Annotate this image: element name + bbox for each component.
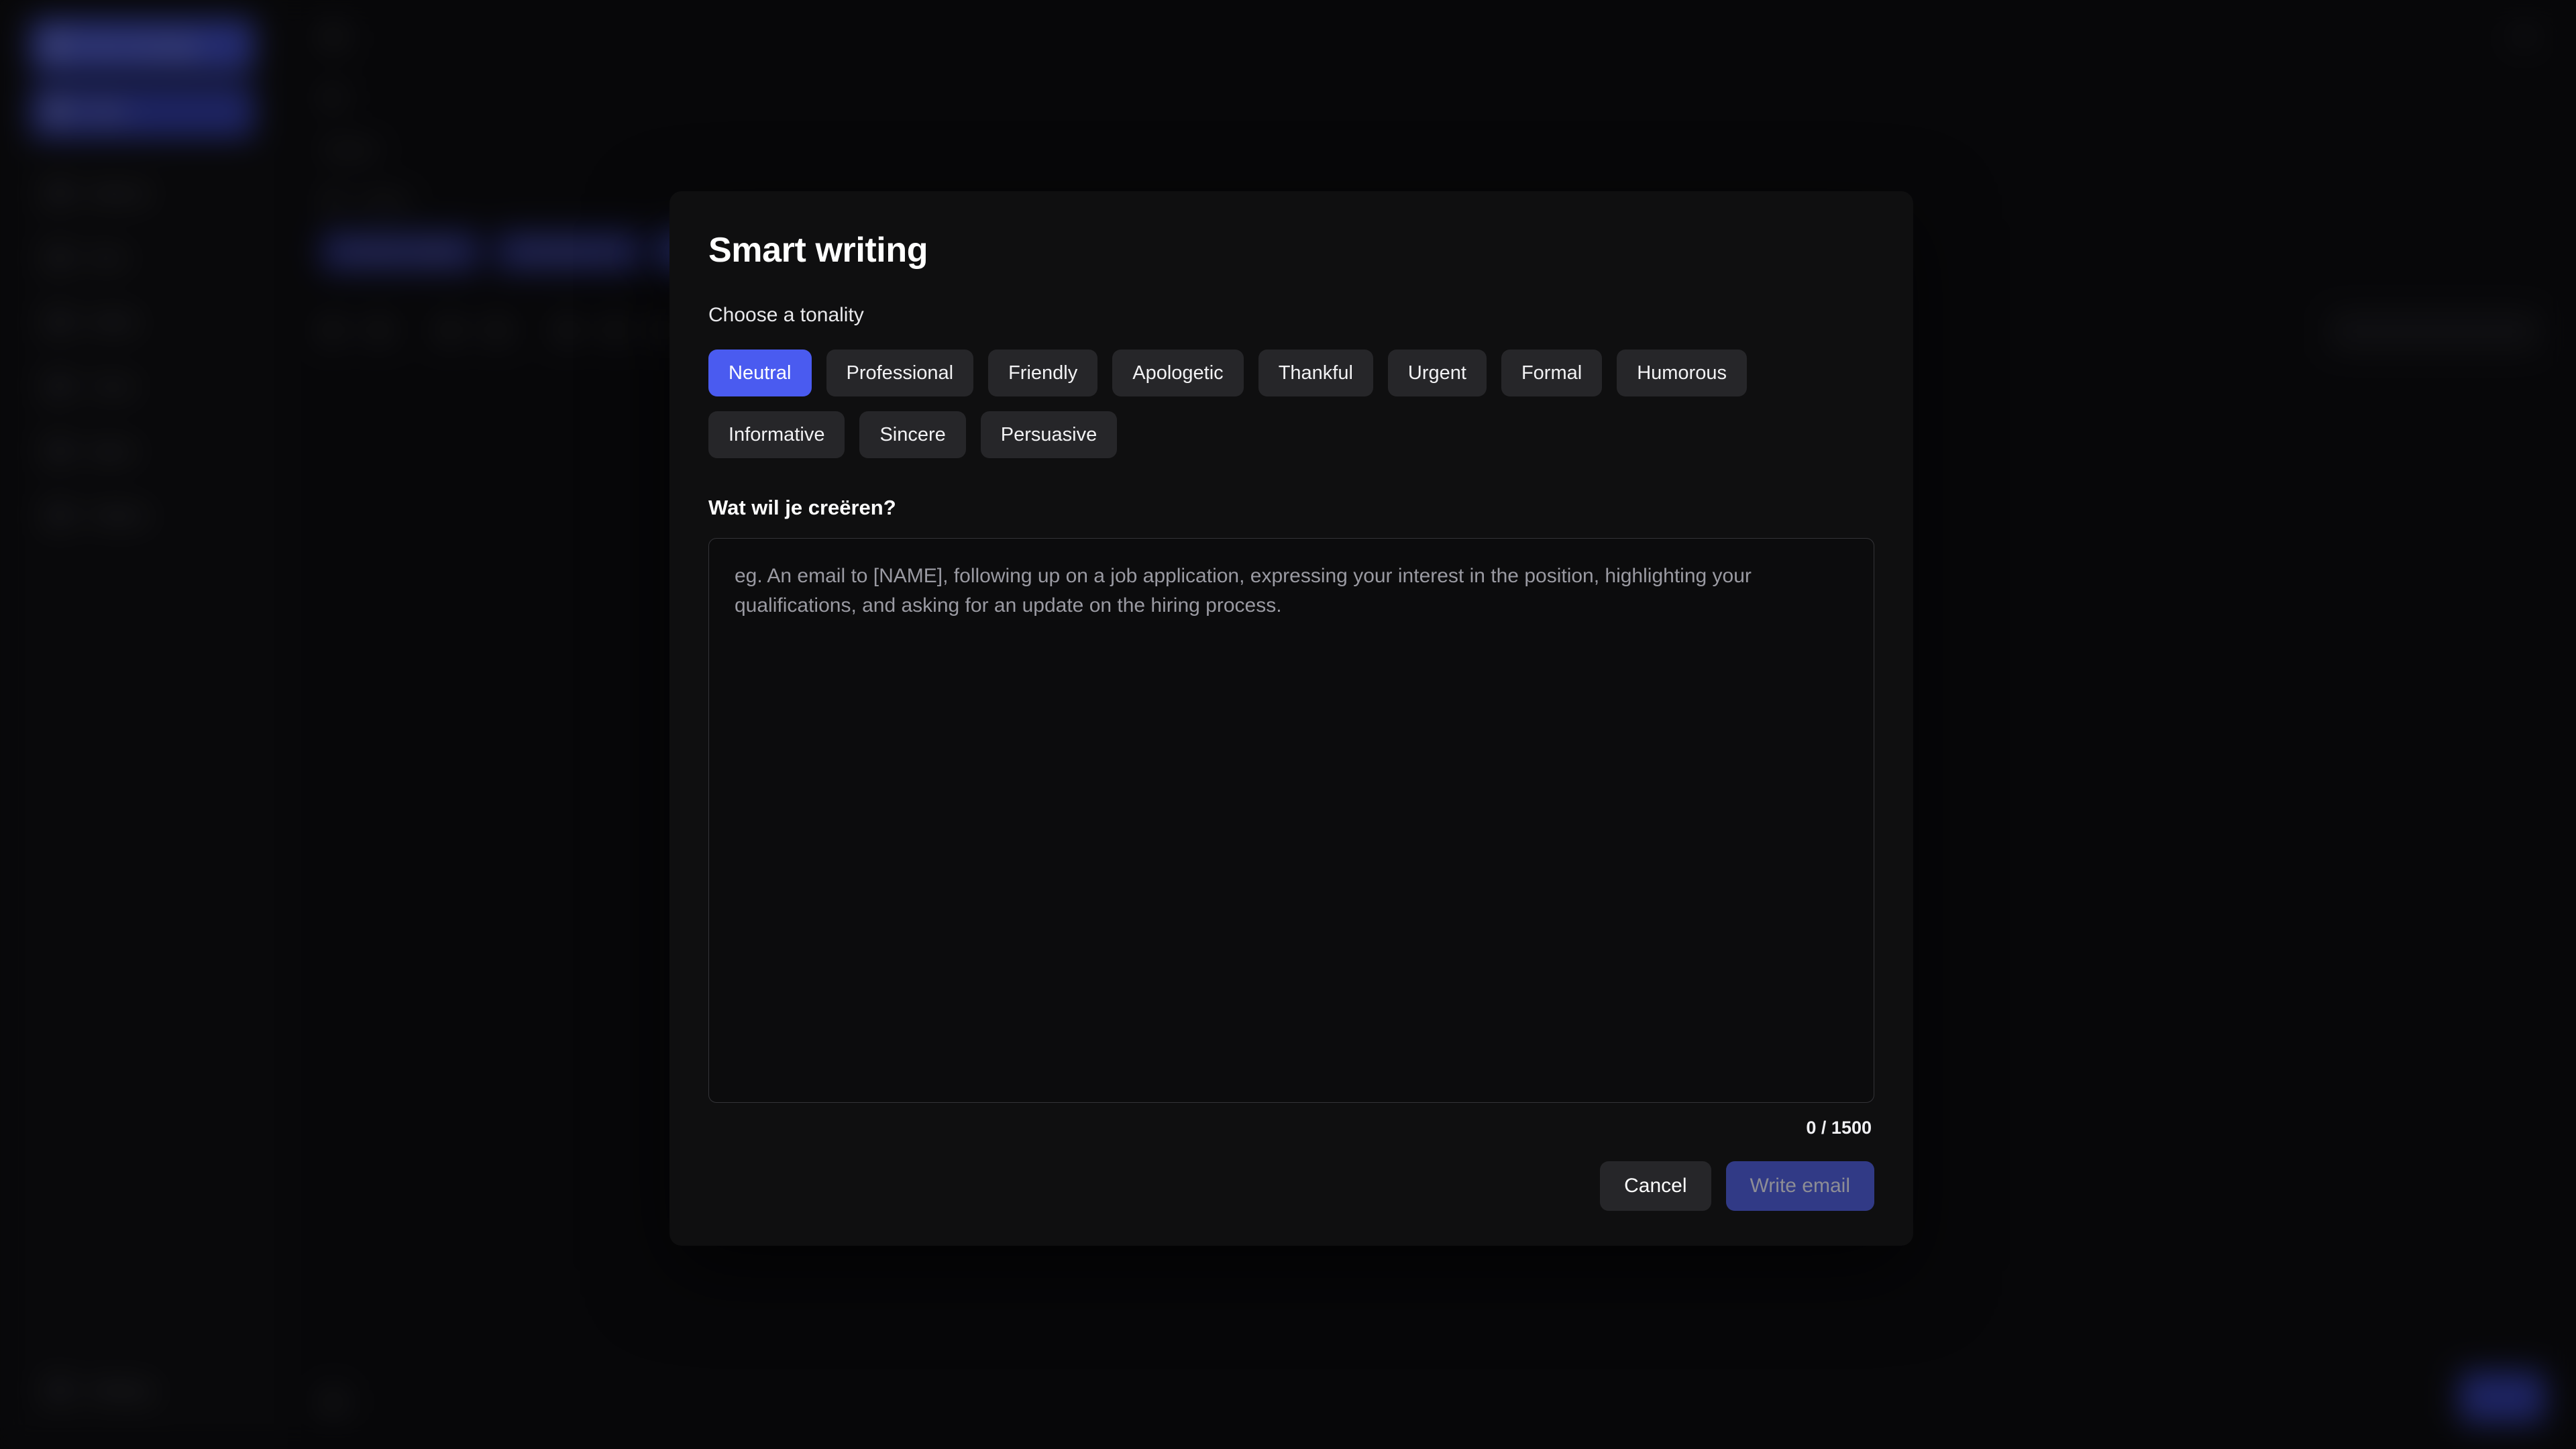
dialog-actions: Cancel Write email xyxy=(708,1161,1874,1211)
tonality-option-sincere[interactable]: Sincere xyxy=(859,411,965,458)
dialog-title: Smart writing xyxy=(708,233,1874,268)
write-email-button[interactable]: Write email xyxy=(1726,1161,1874,1211)
prompt-label: Wat wil je creëren? xyxy=(708,497,1874,518)
cancel-button[interactable]: Cancel xyxy=(1600,1161,1711,1211)
tonality-option-informative[interactable]: Informative xyxy=(708,411,845,458)
tonality-option-friendly[interactable]: Friendly xyxy=(988,350,1097,396)
smart-writing-dialog: Smart writing Choose a tonality Neutral … xyxy=(669,191,1913,1246)
tonality-option-humorous[interactable]: Humorous xyxy=(1617,350,1747,396)
tonality-option-apologetic[interactable]: Apologetic xyxy=(1112,350,1243,396)
tonality-option-formal[interactable]: Formal xyxy=(1501,350,1602,396)
tonality-option-persuasive[interactable]: Persuasive xyxy=(981,411,1117,458)
tonality-option-list: Neutral Professional Friendly Apologetic… xyxy=(708,350,1874,458)
tonality-option-professional[interactable]: Professional xyxy=(826,350,974,396)
prompt-input[interactable] xyxy=(708,538,1874,1103)
tonality-option-thankful[interactable]: Thankful xyxy=(1258,350,1373,396)
tonality-option-urgent[interactable]: Urgent xyxy=(1388,350,1487,396)
character-counter: 0 / 1500 xyxy=(708,1118,1874,1138)
tonality-section-label: Choose a tonality xyxy=(708,305,1874,325)
tonality-option-neutral[interactable]: Neutral xyxy=(708,350,812,396)
